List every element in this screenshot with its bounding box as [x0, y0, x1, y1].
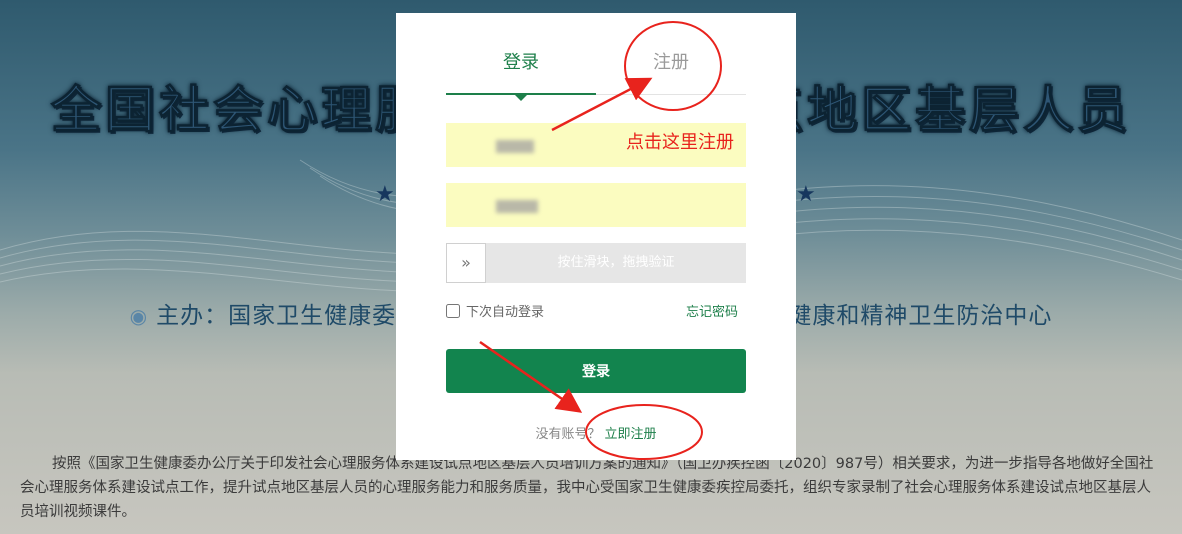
- redacted-password: [496, 200, 538, 213]
- register-now-link[interactable]: 立即注册: [605, 427, 657, 442]
- slider-hint-text: 按住滑块，拖拽验证: [557, 255, 675, 270]
- circle-dot-icon: ◉: [129, 304, 149, 328]
- slide-verify[interactable]: » 按住滑块，拖拽验证: [446, 243, 746, 283]
- login-button[interactable]: 登录: [446, 349, 746, 393]
- auth-tabs: 登录 注册: [446, 51, 746, 101]
- intro-paragraph: 按照《国家卫生健康委办公厅关于印发社会心理服务体系建设试点地区基层人员培训方案的…: [20, 456, 1154, 520]
- password-input[interactable]: [446, 183, 746, 227]
- redacted-username: [496, 140, 534, 153]
- login-modal: 登录 注册 » 按住滑块，拖拽验证 下次自动登录 忘记密码 登录 没有账号？ 立即…: [396, 13, 796, 460]
- register-prompt: 没有账号？ 立即注册: [396, 423, 796, 442]
- active-tab-caret: [515, 95, 527, 101]
- no-account-text: 没有账号？: [535, 427, 601, 442]
- remember-checkbox[interactable]: [446, 303, 460, 318]
- slider-handle[interactable]: »: [446, 243, 486, 283]
- star-icon: ★: [796, 182, 816, 207]
- annotation-hint-text: 点击这里注册: [626, 132, 734, 153]
- remember-label: 下次自动登录: [466, 305, 545, 320]
- remember-me[interactable]: 下次自动登录: [446, 301, 544, 321]
- forgot-password-link[interactable]: 忘记密码: [686, 301, 738, 320]
- tab-login[interactable]: 登录: [446, 51, 596, 75]
- tab-register[interactable]: 注册: [596, 51, 746, 75]
- star-icon: ★: [375, 182, 395, 207]
